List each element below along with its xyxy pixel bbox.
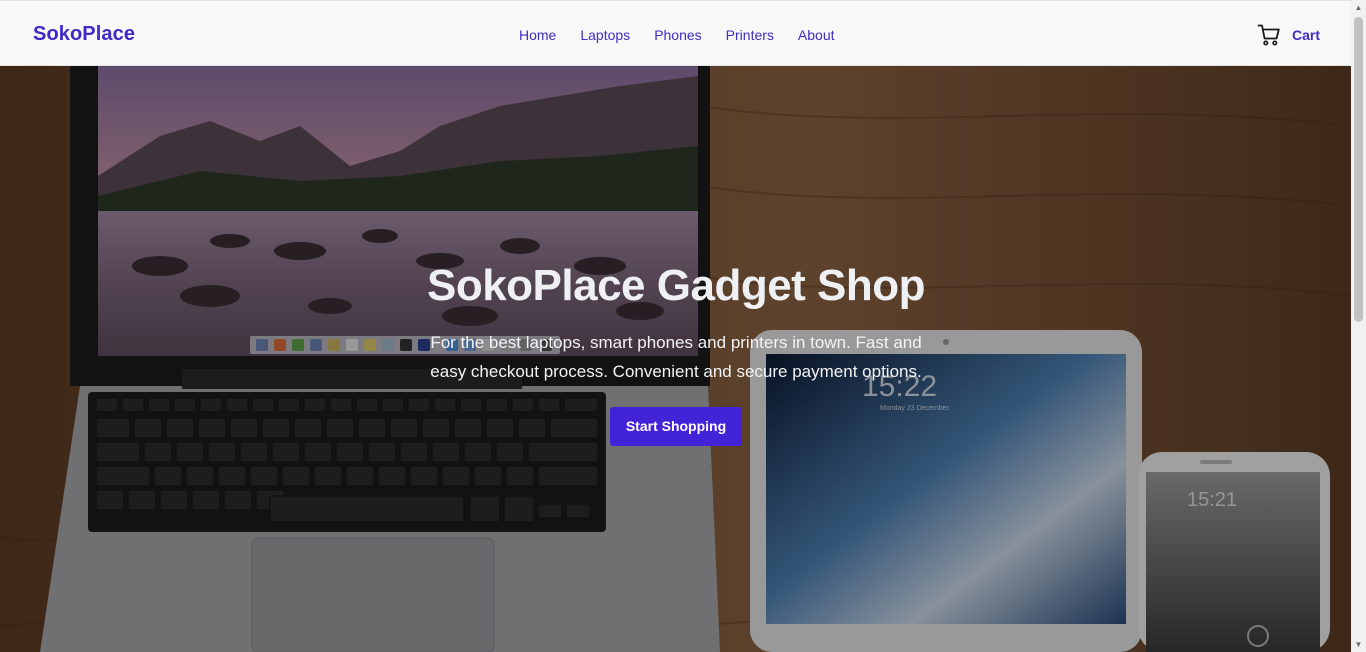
nav-link-laptops[interactable]: Laptops xyxy=(580,27,630,43)
scroll-up-arrow-icon[interactable]: ▲ xyxy=(1351,0,1366,15)
nav-link-phones[interactable]: Phones xyxy=(654,27,701,43)
start-shopping-button[interactable]: Start Shopping xyxy=(609,407,743,446)
main-nav: Home Laptops Phones Printers About xyxy=(519,27,835,43)
cart-label: Cart xyxy=(1292,27,1321,43)
nav-link-printers[interactable]: Printers xyxy=(726,27,774,43)
scroll-down-arrow-icon[interactable]: ▼ xyxy=(1351,637,1366,652)
cart-button[interactable]: Cart xyxy=(1257,23,1320,47)
nav-link-home[interactable]: Home xyxy=(519,27,556,43)
nav-link-about[interactable]: About xyxy=(798,27,835,43)
hero-section: 15:22 Monday 23 December 15:21 SokoPlace… xyxy=(0,66,1351,652)
brand-logo[interactable]: SokoPlace xyxy=(33,23,135,46)
navbar: SokoPlace Home Laptops Phones Printers A… xyxy=(0,0,1351,66)
hero-title: SokoPlace Gadget Shop xyxy=(426,261,926,310)
hero-description: For the best laptops, smart phones and p… xyxy=(430,333,922,381)
hero-content: SokoPlace Gadget Shop For the best lapto… xyxy=(425,262,927,446)
scrollbar-thumb[interactable] xyxy=(1354,17,1363,322)
page: SokoPlace Home Laptops Phones Printers A… xyxy=(0,0,1366,652)
vertical-scrollbar[interactable]: ▲ ▼ xyxy=(1351,0,1366,652)
shopping-cart-icon xyxy=(1257,24,1280,46)
